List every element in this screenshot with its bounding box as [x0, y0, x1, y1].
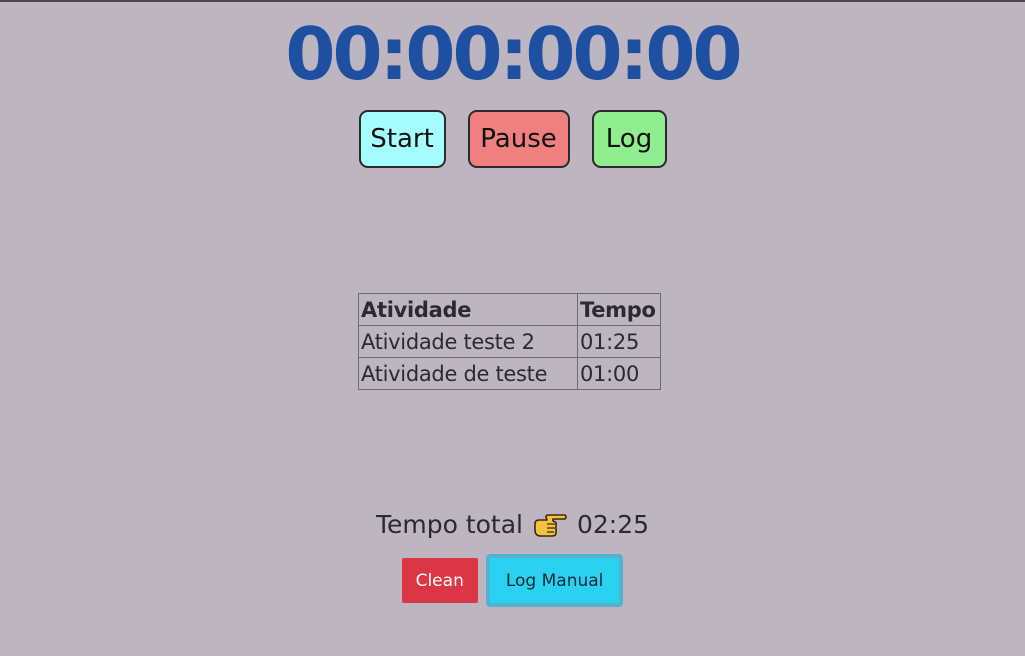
total-time: Tempo total 02:25: [0, 510, 1025, 539]
stopwatch-controls: Start Pause Log: [0, 110, 1025, 168]
column-header-activity: Atividade: [358, 293, 578, 326]
activity-log-table: Atividade Tempo Atividade teste 2 01:25 …: [358, 293, 661, 390]
pause-button[interactable]: Pause: [467, 110, 570, 168]
clean-button[interactable]: Clean: [401, 558, 478, 603]
stopwatch-display: 00:00:00:00: [285, 12, 742, 96]
pointing-hand-icon: [533, 512, 567, 538]
time-cell: 01:00: [577, 357, 661, 390]
time-cell: 01:25: [577, 325, 661, 358]
activity-cell: Atividade teste 2: [358, 325, 578, 358]
start-button[interactable]: Start: [358, 110, 446, 168]
table-header-row: Atividade Tempo: [358, 293, 661, 326]
column-header-time: Tempo: [577, 293, 661, 326]
manual-log-button[interactable]: Log Manual: [485, 554, 624, 607]
activity-cell: Atividade de teste: [358, 357, 578, 390]
log-button[interactable]: Log: [591, 110, 667, 168]
log-actions: Clean Log Manual: [0, 554, 1025, 607]
total-time-label: Tempo total: [375, 510, 523, 539]
table-row: Atividade de teste 01:00: [358, 357, 661, 390]
total-time-value: 02:25: [577, 510, 650, 539]
table-row: Atividade teste 2 01:25: [358, 325, 661, 358]
